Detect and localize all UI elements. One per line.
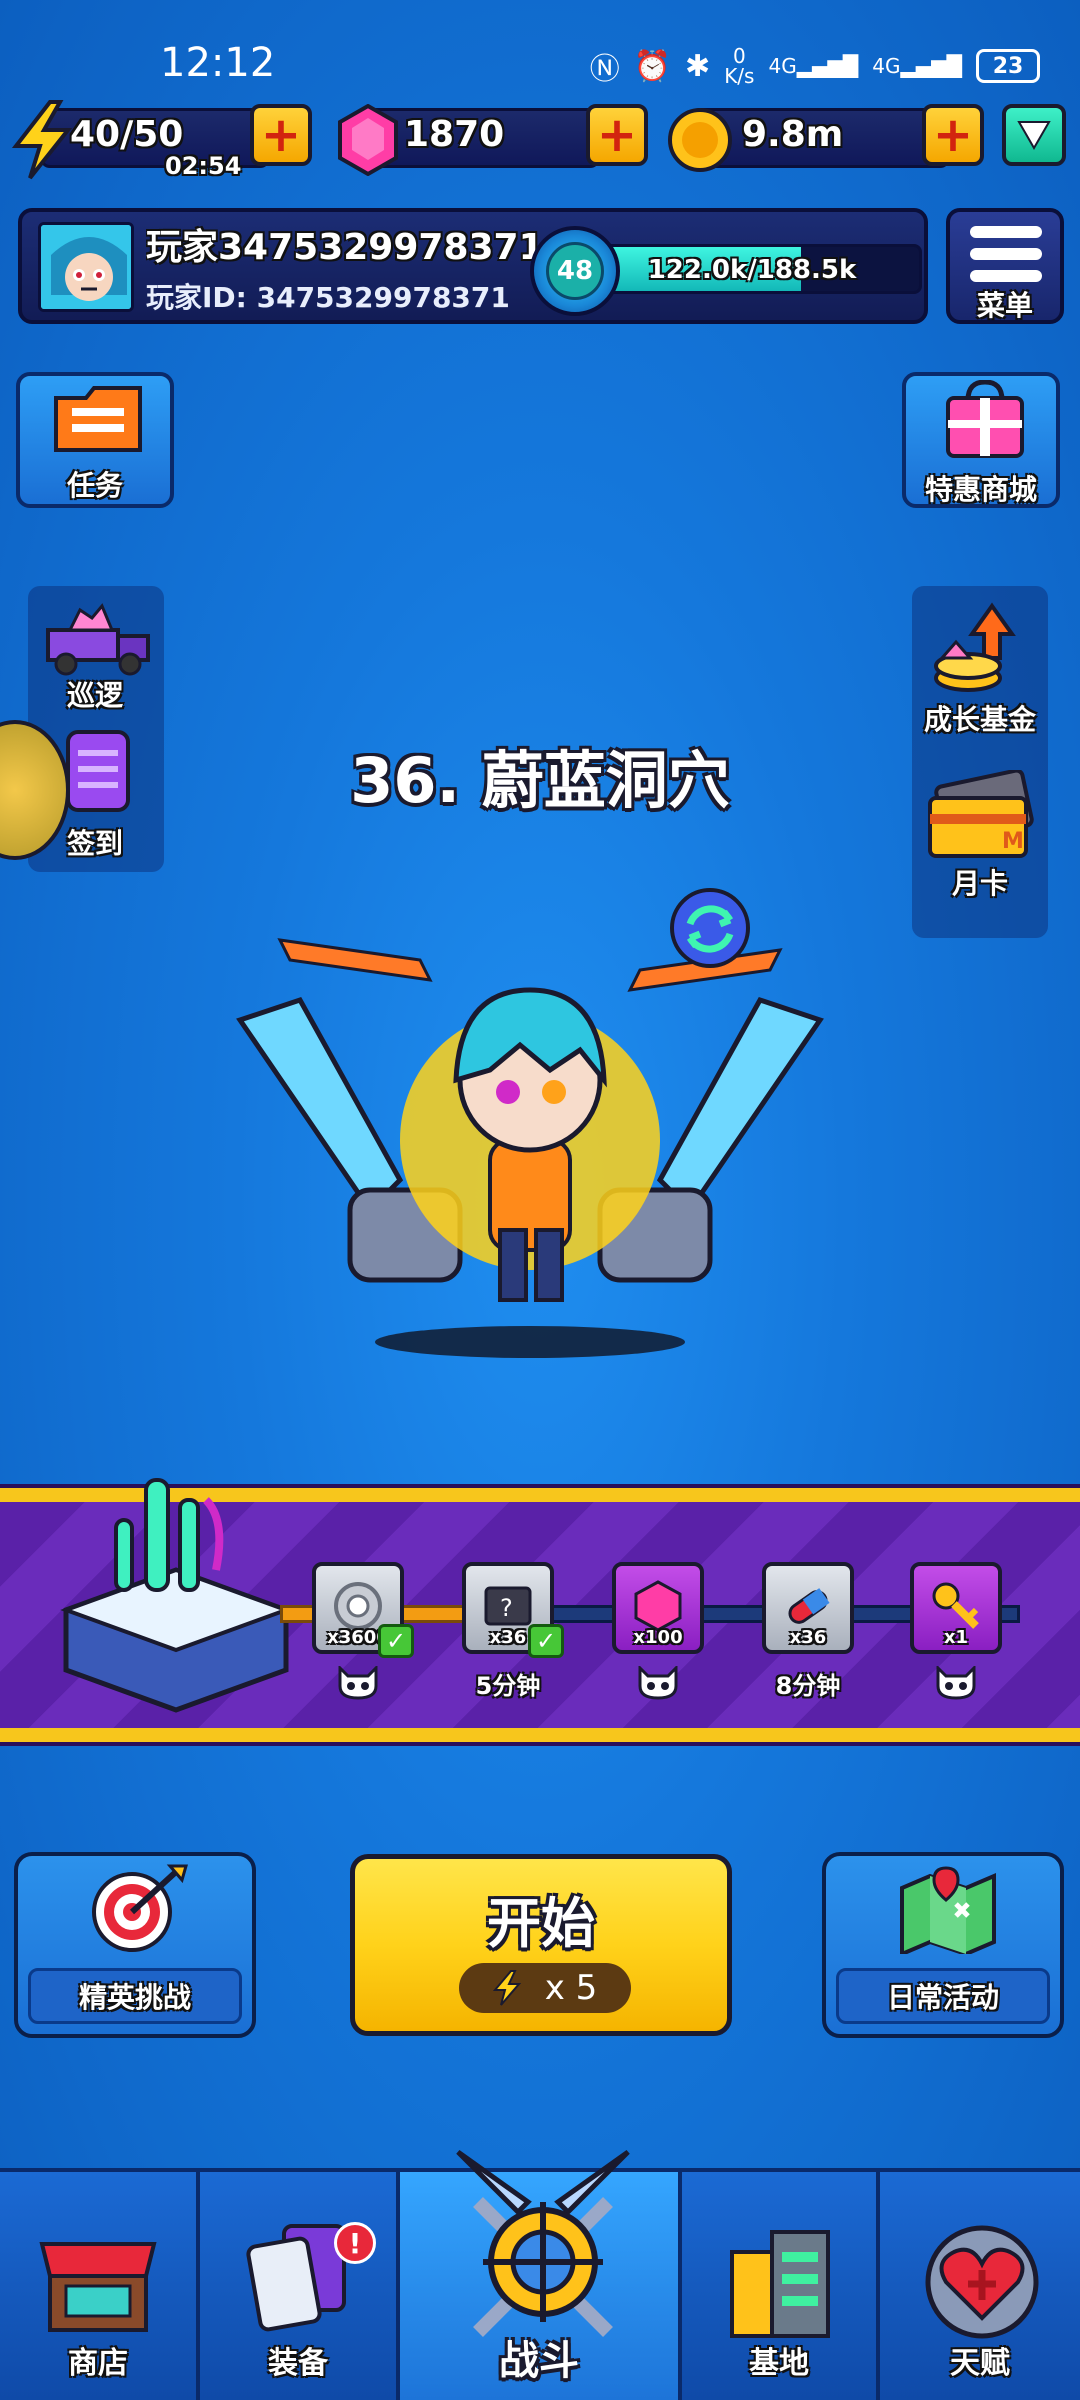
status-bar: 12:12 Ⓝ ⏰ ✱ 0 K/s 4G▂▄▆█ 4G▂▄▆█ 23 — [0, 0, 1080, 100]
growth-fund-button[interactable]: 成长基金 — [912, 602, 1048, 742]
menu-button[interactable]: 菜单 — [946, 208, 1064, 324]
nav-tab-talent[interactable]: 天赋 — [880, 2168, 1080, 2400]
milestone-time-label: 8分钟 — [775, 1672, 841, 1700]
shield-button[interactable] — [1002, 104, 1066, 166]
reward-box[interactable]: x3600 ✓ — [312, 1562, 414, 1658]
start-label: 开始 — [487, 1892, 595, 1955]
claimed-check-icon: ✓ — [378, 1624, 414, 1658]
reward-box[interactable]: x1 — [910, 1562, 1002, 1654]
start-cost-value: x 5 — [544, 1968, 598, 2008]
add-coins-button[interactable]: + — [922, 104, 984, 166]
player-id: 玩家ID: 3475329978371 — [146, 281, 510, 314]
talent-heart-icon — [925, 2225, 1039, 2339]
elite-challenge-label: 精英挑战 — [28, 1968, 242, 2024]
nav-tab-shop[interactable]: 商店 — [0, 2168, 200, 2400]
nav-tab-base[interactable]: 基地 — [682, 2168, 880, 2400]
milestone-time-label: 5分钟 — [475, 1672, 541, 1700]
player-name: 玩家3475329978371 — [146, 227, 544, 268]
xp-bar: 122.0k/188.5k — [582, 244, 922, 294]
monthly-card-label: 月卡 — [951, 867, 1008, 900]
patrol-label: 巡逻 — [66, 679, 123, 712]
signal-icon-2: 4G▂▄▆█ — [872, 54, 962, 78]
nav-base-label: 基地 — [749, 2346, 809, 2381]
lightning-icon — [11, 100, 73, 180]
daily-activity-label: 日常活动 — [836, 1968, 1050, 2024]
base-buildings-icon — [730, 2230, 830, 2338]
tasks-button[interactable]: 任务 — [16, 372, 174, 508]
equipment-alert-badge: ! — [334, 2222, 376, 2264]
player-card[interactable]: 玩家3475329978371 玩家ID: 3475329978371 122.… — [18, 208, 928, 324]
daily-activity-button[interactable]: 日常活动 — [822, 1852, 1064, 2038]
stage-island-icon — [60, 1478, 292, 1713]
shield-icon — [1017, 121, 1051, 150]
boss-skull-icon — [598, 1664, 718, 1706]
folder-icon — [54, 386, 142, 452]
lightning-icon — [492, 1970, 521, 2006]
menu-label: 菜单 — [976, 289, 1033, 322]
special-shop-button[interactable]: 特惠商城 — [902, 372, 1060, 508]
boss-skull-icon — [896, 1664, 1016, 1706]
coin-value: 9.8m — [742, 114, 844, 155]
boss-skull-icon — [298, 1664, 418, 1706]
avatar[interactable] — [38, 222, 134, 312]
growth-fund-icon — [934, 602, 1016, 692]
energy-timer: 02:54 — [165, 152, 242, 180]
gem-resource: 1870 + — [336, 100, 656, 180]
nav-tab-equipment[interactable]: ! 装备 — [200, 2168, 400, 2400]
target-icon — [92, 1864, 188, 1952]
claimed-check-icon: ✓ — [528, 1624, 564, 1658]
gem-icon — [338, 104, 398, 176]
start-button[interactable]: 开始 x 5 — [350, 1854, 732, 2036]
tasks-label: 任务 — [66, 469, 123, 502]
reward-count: x1 — [943, 1627, 969, 1648]
reward-count: x36 — [789, 1627, 827, 1648]
energy-value: 40/50 — [70, 114, 184, 155]
map-icon — [900, 1866, 996, 1954]
stage-title: 36. 蔚蓝洞穴 — [350, 744, 730, 817]
battle-crossed-swords-icon — [456, 2149, 630, 2337]
special-shop-label: 特惠商城 — [924, 473, 1037, 506]
nav-battle-label: 战斗 — [499, 2338, 579, 2384]
swap-hero-button[interactable] — [668, 886, 758, 976]
add-energy-button[interactable]: + — [250, 104, 312, 166]
truck-icon — [46, 603, 150, 676]
nav-equipment-label: 装备 — [268, 2346, 328, 2381]
status-icons: Ⓝ ⏰ ✱ 0 K/s 4G▂▄▆█ 4G▂▄▆█ 23 — [590, 44, 1040, 88]
energy-resource: 40/50 02:54 + — [10, 100, 312, 180]
menu-line — [970, 226, 1042, 238]
status-time: 12:12 — [160, 40, 276, 86]
nav-tab-battle[interactable]: 战斗 — [400, 2149, 682, 2400]
bottom-nav: 商店 ! 装备 战斗 基地 天赋 — [0, 2149, 1080, 2400]
reward-count: x100 — [633, 1627, 683, 1648]
svg-text:?: ? — [500, 1594, 513, 1622]
alarm-icon: ⏰ — [633, 48, 672, 84]
elite-challenge-button[interactable]: 精英挑战 — [14, 1852, 256, 2038]
add-gems-button[interactable]: + — [586, 104, 648, 166]
menu-line — [970, 270, 1042, 282]
net-speed: 0 K/s — [724, 44, 755, 88]
coin-icon — [668, 108, 732, 172]
nfc-icon: Ⓝ — [589, 52, 620, 87]
battery-icon: 23 — [976, 49, 1040, 83]
gem-value: 1870 — [404, 114, 505, 155]
xp-text: 122.0k/188.5k — [647, 255, 857, 285]
nav-shop-label: 商店 — [68, 2346, 128, 2381]
patrol-button[interactable]: 巡逻 — [30, 596, 160, 712]
gift-bag-icon — [946, 380, 1024, 458]
start-cost: x 5 — [459, 1963, 631, 2013]
level-badge: 48 — [530, 226, 620, 316]
reward-box[interactable]: x36 — [762, 1562, 854, 1654]
reward-box[interactable]: ? x36 ✓ — [462, 1562, 564, 1658]
menu-line — [970, 248, 1042, 260]
reward-box[interactable]: x100 — [612, 1562, 704, 1654]
svg-text:M: M — [1002, 829, 1024, 854]
shop-icon — [39, 2242, 157, 2332]
coin-resource: 9.8m + — [666, 100, 986, 180]
nav-talent-label: 天赋 — [950, 2346, 1010, 2381]
bluetooth-icon: ✱ — [685, 48, 711, 84]
signal-icon-1: 4G▂▄▆█ — [768, 54, 859, 78]
